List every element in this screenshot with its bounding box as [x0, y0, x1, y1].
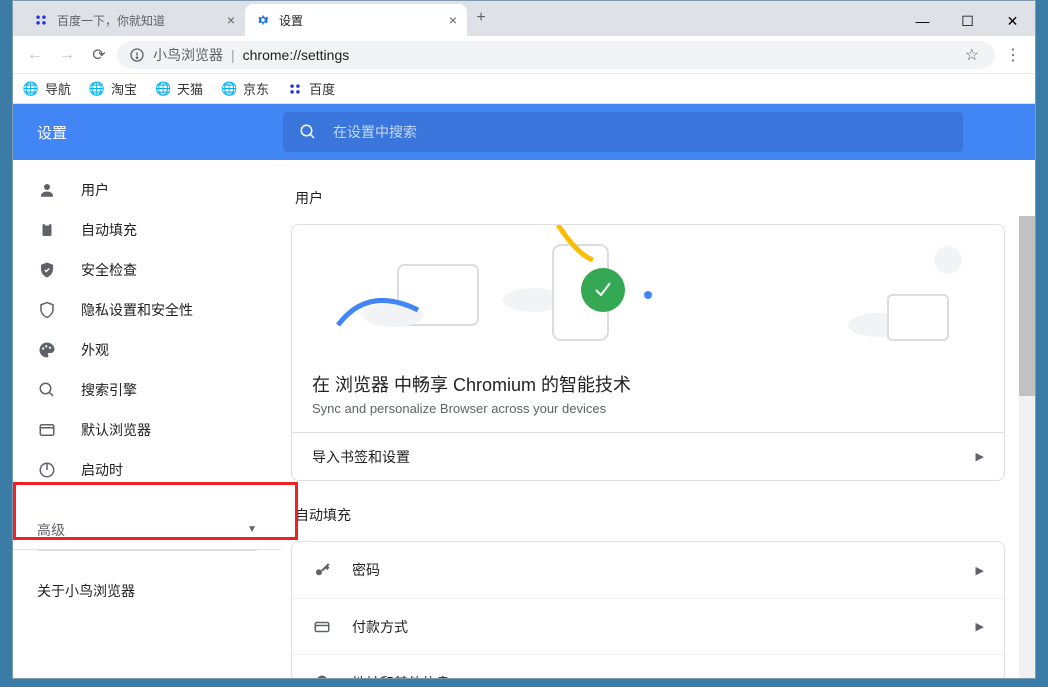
back-button[interactable]: ←: [21, 41, 49, 69]
person-icon: [37, 181, 57, 199]
hero-illustration: [292, 225, 1004, 355]
maximize-button[interactable]: ☐: [945, 6, 990, 36]
key-icon: [312, 561, 332, 579]
section-title-user: 用户: [295, 188, 1005, 208]
bookmark-taobao[interactable]: 🌐淘宝: [89, 79, 137, 98]
browser-icon: [37, 421, 57, 439]
location-icon: [312, 674, 332, 679]
main-menu-button[interactable]: ⋮: [999, 41, 1027, 69]
palette-icon: [37, 341, 57, 359]
new-tab-button[interactable]: +: [467, 4, 495, 32]
shield-icon: [37, 301, 57, 319]
chevron-right-icon: ▶: [976, 620, 984, 633]
bookmark-tmall[interactable]: 🌐天猫: [155, 79, 203, 98]
autofill-addresses-row[interactable]: 地址和其他信息 ▶: [292, 654, 1004, 678]
minimize-button[interactable]: —: [900, 6, 945, 36]
sidebar-item-default-browser[interactable]: 默认浏览器: [13, 410, 281, 450]
sidebar-item-startup[interactable]: 启动时: [13, 450, 281, 490]
settings-main: 用户: [281, 160, 1035, 678]
browser-tab-settings[interactable]: 设置 ×: [245, 4, 467, 36]
divider: [37, 550, 257, 551]
omnibox-prefix: 小鸟浏览器: [153, 45, 223, 65]
close-icon[interactable]: ×: [449, 12, 457, 28]
autofill-passwords-row[interactable]: 密码 ▶: [292, 542, 1004, 598]
reload-button[interactable]: ⟳: [85, 41, 113, 69]
sidebar-about[interactable]: 关于小鸟浏览器: [13, 571, 281, 611]
close-icon[interactable]: ×: [227, 12, 235, 28]
chevron-right-icon: ▶: [976, 564, 984, 577]
settings-search-input[interactable]: [333, 124, 947, 140]
toolbar: ← → ⟳ 小鸟浏览器 | chrome://settings ☆ ⋮: [13, 36, 1035, 74]
tab-title: 百度一下，你就知道: [57, 12, 219, 29]
sidebar-item-appearance[interactable]: 外观: [13, 330, 281, 370]
card-icon: [312, 618, 332, 636]
bookmark-nav[interactable]: 🌐导航: [23, 79, 71, 98]
settings-title: 设置: [13, 122, 283, 143]
search-icon: [299, 123, 317, 141]
globe-icon: 🌐: [23, 81, 39, 97]
import-bookmarks-row[interactable]: 导入书签和设置 ▶: [292, 432, 1004, 480]
globe-icon: 🌐: [221, 81, 237, 97]
sidebar-item-privacy[interactable]: 隐私设置和安全性: [13, 290, 281, 330]
settings-sidebar: 用户 自动填充 安全检查 隐私设置和安全性 外观 搜索引擎 默认浏览器 启动时 …: [13, 160, 281, 678]
autofill-payment-row[interactable]: 付款方式 ▶: [292, 598, 1004, 654]
section-title-autofill: 自动填充: [295, 505, 1005, 525]
globe-icon: 🌐: [155, 81, 171, 97]
settings-header: 设置: [13, 104, 1035, 160]
title-bar: 百度一下，你就知道 × 设置 × + — ☐ ✕: [13, 1, 1035, 36]
chevron-right-icon: ▶: [976, 450, 984, 463]
site-info-icon[interactable]: [129, 47, 145, 63]
bookmarks-bar: 🌐导航 🌐淘宝 🌐天猫 🌐京东 百度: [13, 74, 1035, 104]
omnibox[interactable]: 小鸟浏览器 | chrome://settings ☆: [117, 41, 995, 69]
baidu-icon: [287, 81, 303, 97]
sidebar-item-user[interactable]: 用户: [13, 170, 281, 210]
autofill-card: 密码 ▶ 付款方式 ▶ 地址和其他信息 ▶: [291, 541, 1005, 678]
user-card: 在 浏览器 中畅享 Chromium 的智能技术 Sync and person…: [291, 224, 1005, 481]
sidebar-advanced-toggle[interactable]: 高级 ▼: [13, 510, 281, 550]
scrollbar[interactable]: [1019, 216, 1035, 678]
bookmark-baidu[interactable]: 百度: [287, 79, 335, 98]
close-window-button[interactable]: ✕: [990, 6, 1035, 36]
chevron-right-icon: ▶: [976, 676, 984, 678]
chevron-down-icon: ▼: [247, 524, 257, 535]
bookmark-star-icon[interactable]: ☆: [961, 45, 983, 65]
bookmark-jd[interactable]: 🌐京东: [221, 79, 269, 98]
sidebar-item-search[interactable]: 搜索引擎: [13, 370, 281, 410]
shield-check-icon: [37, 261, 57, 279]
tab-title: 设置: [279, 12, 441, 29]
sidebar-item-safety[interactable]: 安全检查: [13, 250, 281, 290]
browser-tab-baidu[interactable]: 百度一下，你就知道 ×: [23, 4, 245, 36]
globe-icon: 🌐: [89, 81, 105, 97]
forward-button[interactable]: →: [53, 41, 81, 69]
hero-title: 在 浏览器 中畅享 Chromium 的智能技术: [312, 371, 984, 397]
power-icon: [37, 461, 57, 479]
scrollbar-thumb[interactable]: [1019, 216, 1035, 396]
settings-search[interactable]: [283, 112, 963, 152]
search-icon: [37, 381, 57, 399]
omnibox-url: chrome://settings: [243, 47, 350, 63]
clipboard-icon: [37, 221, 57, 239]
hero-subtitle: Sync and personalize Browser across your…: [312, 401, 984, 416]
sidebar-item-autofill[interactable]: 自动填充: [13, 210, 281, 250]
